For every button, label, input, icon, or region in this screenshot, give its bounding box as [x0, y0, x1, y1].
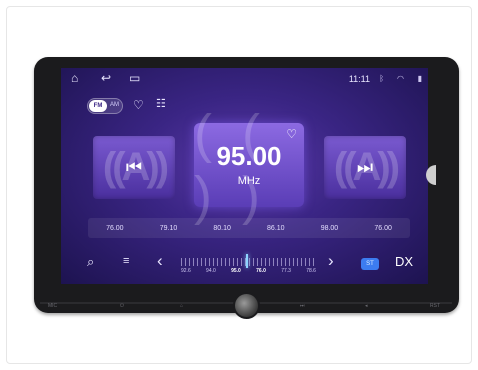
- recents-icon[interactable]: ▭: [129, 72, 140, 84]
- radio-screen: ⌂ ↩ ▭ 11:11 ᛒ ◠ ▮ FM AM ♡ ☷ ((A)) ⏮ (( )…: [61, 68, 428, 284]
- band-toggle-active: FM: [89, 100, 107, 112]
- bluetooth-icon: ᛒ: [379, 74, 384, 83]
- frequency-unit: MHz: [237, 175, 261, 187]
- band-toggle-inactive: AM: [110, 102, 119, 108]
- previous-station-button[interactable]: ((A)) ⏮: [93, 136, 175, 199]
- next-station-button[interactable]: ((A)) ⏭: [324, 136, 406, 199]
- frequency-card: (( )) ♡ 95.00 MHz: [194, 104, 304, 226]
- reset-label-icon: RST: [430, 303, 440, 309]
- power-icon[interactable]: ⏻: [120, 303, 124, 309]
- battery-icon: ▮: [417, 74, 422, 83]
- skip-hard-icon[interactable]: ⏭: [300, 303, 305, 309]
- status-time: 11:11: [348, 74, 370, 84]
- scale-labels: 92.6 94.0 95.0 76.0 77.3 78.6: [181, 268, 316, 274]
- wifi-icon: ◠: [397, 74, 404, 83]
- scale-label: 77.3: [281, 268, 291, 274]
- stereo-button[interactable]: ST: [361, 258, 379, 270]
- search-icon[interactable]: ⌕: [87, 255, 94, 268]
- scale-label: 94.0: [206, 268, 216, 274]
- preset-item[interactable]: 76.00: [106, 225, 124, 232]
- status-bar: ⌂ ↩ ▭ 11:11 ᛒ ◠ ▮: [61, 68, 428, 88]
- equalizer-icon[interactable]: ☷: [156, 99, 166, 110]
- chevron-right-icon[interactable]: ›: [328, 252, 334, 269]
- list-icon[interactable]: ≡: [123, 256, 129, 267]
- skip-previous-icon: ⏮: [125, 157, 143, 177]
- heart-icon[interactable]: ♡: [133, 99, 144, 111]
- scale-label: 78.6: [306, 268, 316, 274]
- skip-next-icon: ⏭: [356, 157, 374, 177]
- mic-label-icon: MIC: [48, 303, 58, 309]
- tuning-scale[interactable]: 92.6 94.0 95.0 76.0 77.3 78.6: [181, 254, 316, 278]
- scale-ticks: [181, 258, 316, 266]
- preset-item[interactable]: 80.10: [213, 225, 231, 232]
- home-hard-icon[interactable]: ⌂: [180, 303, 183, 309]
- scale-label-current: 95.0: [231, 268, 241, 274]
- preset-item[interactable]: 86.10: [267, 225, 285, 232]
- volume-hard-icon[interactable]: ◂: [365, 303, 368, 309]
- band-toggle[interactable]: FM AM: [87, 98, 123, 114]
- current-frequency: 95.00: [216, 141, 282, 171]
- scale-label: 76.0: [256, 268, 266, 274]
- chevron-left-icon[interactable]: ‹: [157, 252, 163, 269]
- home-icon[interactable]: ⌂: [71, 72, 78, 84]
- volume-knob[interactable]: [233, 292, 260, 319]
- preset-item[interactable]: 98.00: [321, 225, 339, 232]
- back-icon[interactable]: ↩: [101, 72, 111, 84]
- favorite-station-icon[interactable]: ♡: [286, 127, 297, 141]
- preset-item[interactable]: 76.00: [374, 225, 392, 232]
- tuning-needle: [246, 254, 248, 268]
- scale-label: 92.6: [181, 268, 191, 274]
- preset-item[interactable]: 79.10: [160, 225, 178, 232]
- preset-list: 76.00 79.10 80.10 86.10 98.00 76.00: [88, 218, 410, 238]
- dx-button[interactable]: DX: [395, 254, 413, 269]
